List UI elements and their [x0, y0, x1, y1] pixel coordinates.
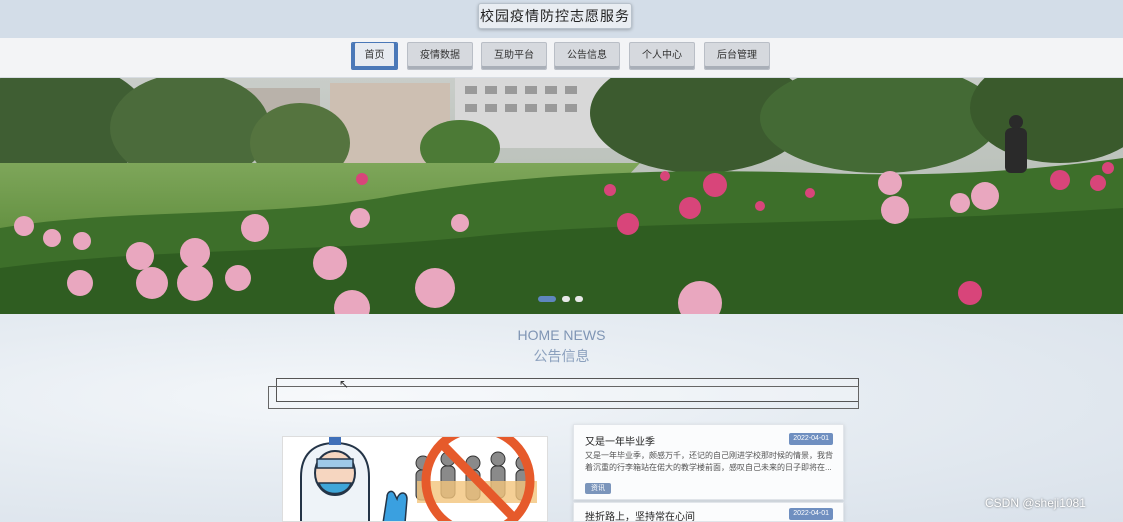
carousel-dot-1[interactable] [538, 296, 556, 302]
news-tag[interactable]: 资讯 [585, 483, 611, 494]
banner-carousel[interactable] [0, 78, 1123, 314]
news-illustration[interactable] [282, 436, 548, 522]
news-card[interactable]: 又是一年毕业季 2022-04-01 又是一年毕业季，颇感万千，还记的自己刚进学… [573, 424, 844, 500]
news-summary: 又是一年毕业季，颇感万千，还记的自己刚进学校那时候的情景，我背着沉重的行李箱站在… [585, 451, 833, 472]
banner-image [0, 78, 1123, 314]
carousel-dot-2[interactable] [562, 296, 570, 302]
carousel-indicators [538, 296, 588, 304]
news-title[interactable]: 挫折路上，坚持常在心间 [585, 508, 695, 522]
nav-mutual-aid[interactable]: 互助平台 [481, 42, 547, 70]
news-date-badge: 2022-04-01 [789, 508, 833, 520]
news-card[interactable]: 挫折路上，坚持常在心间 2022-04-01 [573, 502, 844, 522]
nav-admin[interactable]: 后台管理 [704, 42, 770, 70]
carousel-dot-3[interactable] [575, 296, 583, 302]
watermark: CSDN @sheji1081 [985, 496, 1086, 510]
site-title: 校园疫情防控志愿服务 [478, 3, 632, 29]
section-title-en: HOME NEWS [517, 327, 606, 343]
nav-personal-center[interactable]: 个人中心 [629, 42, 695, 70]
news-date-badge: 2022-04-01 [789, 433, 833, 445]
nav-epidemic-data[interactable]: 疫情数据 [407, 42, 473, 70]
main-navigation: 首页 疫情数据 互助平台 公告信息 个人中心 后台管理 [0, 38, 1123, 78]
section-title-cn: 公告信息 [533, 348, 590, 364]
news-title[interactable]: 又是一年毕业季 [585, 433, 655, 448]
mouse-cursor-icon: ↖ [339, 377, 350, 391]
no-gathering-illustration [283, 437, 547, 521]
nav-announcements[interactable]: 公告信息 [554, 42, 620, 70]
outline-box-bottom [268, 386, 859, 409]
nav-home[interactable]: 首页 [351, 42, 398, 70]
